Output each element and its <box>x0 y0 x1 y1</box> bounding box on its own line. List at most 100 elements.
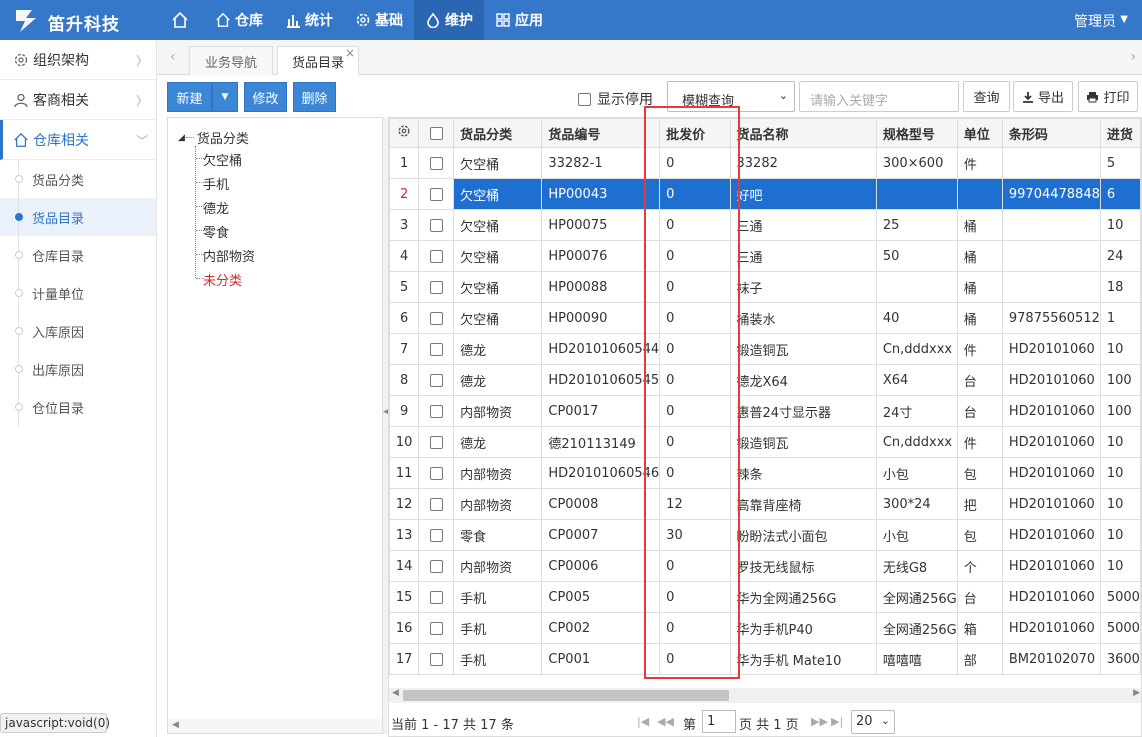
row-select-cell[interactable] <box>418 209 455 241</box>
sidebar-group-warehouse[interactable]: 仓库相关 ﹀ <box>0 120 156 160</box>
column-header[interactable]: 条形码 <box>1001 118 1101 148</box>
first-page-icon[interactable]: |◀ <box>637 715 649 728</box>
column-header[interactable]: 批发价 <box>659 118 731 148</box>
row-select-cell[interactable] <box>418 395 455 427</box>
row-checkbox[interactable] <box>429 249 443 263</box>
table-row[interactable]: 4 欠空桶 HP00076 0 三通 50 桶 24 <box>389 240 1141 272</box>
row-checkbox[interactable] <box>429 156 443 170</box>
table-row[interactable]: 9 内部物资 CP0017 0 惠普24寸显示器 24寸台 HD20101060 100 <box>389 395 1141 427</box>
export-button[interactable]: 导出 <box>1013 81 1073 112</box>
new-dropdown-button[interactable]: ▼ <box>212 82 238 112</box>
last-page-icon[interactable]: ▶| <box>831 715 843 728</box>
table-row[interactable]: 11 内部物资 HD20101060546 0 辣条 小包包 HD20101060 10 <box>389 457 1141 489</box>
tree-root[interactable]: ◢ 货品分类 <box>178 128 249 147</box>
keyword-input[interactable]: 请输入关键字 <box>799 81 959 112</box>
tree-node[interactable]: 手机 <box>203 174 229 193</box>
scrollbar-thumb[interactable] <box>403 690 729 701</box>
table-row[interactable]: 7 德龙 HD20101060544 0 锻造铜瓦 Cn,dddxxx 件 HD2010106… <box>389 333 1141 365</box>
row-checkbox[interactable] <box>429 373 443 387</box>
user-menu[interactable]: 管理员 <box>1074 11 1116 31</box>
column-header[interactable]: 货品名称 <box>729 118 877 148</box>
row-checkbox[interactable] <box>429 187 443 201</box>
row-checkbox[interactable] <box>429 497 443 511</box>
column-settings[interactable] <box>389 118 420 148</box>
query-mode-select[interactable]: 模糊查询 ⌄ <box>667 81 795 112</box>
sidebar-item-goods-category[interactable]: 货品分类 <box>0 160 156 198</box>
row-checkbox[interactable] <box>429 342 443 356</box>
column-header[interactable]: 单位 <box>956 118 1003 148</box>
table-row[interactable]: 6 欠空桶 HP00090 0 桶装水 40 桶 97875560512 1 <box>389 302 1141 334</box>
row-select-cell[interactable] <box>418 240 455 272</box>
query-button[interactable]: 查询 <box>963 81 1010 112</box>
row-select-cell[interactable] <box>418 643 455 675</box>
delete-button[interactable]: 删除 <box>293 82 336 112</box>
grid-scrollbar[interactable]: ◀ ▶ <box>389 688 1141 703</box>
table-row[interactable]: 13 零食 CP0007 30 盼盼法式小面包 小包包 HD20101060 10 <box>389 519 1141 551</box>
sidebar-item-unit[interactable]: 计量单位 <box>0 274 156 312</box>
row-select-cell[interactable] <box>418 612 455 644</box>
select-all-checkbox[interactable] <box>429 126 443 140</box>
nav-warehouse[interactable]: 仓库 <box>204 0 274 40</box>
prev-page-icon[interactable]: ◀◀ <box>657 715 674 728</box>
next-page-icon[interactable]: ▶▶ <box>811 715 828 728</box>
row-select-cell[interactable] <box>418 333 455 365</box>
row-select-cell[interactable] <box>418 519 455 551</box>
tree-node-selected[interactable]: 未分类 <box>203 270 242 289</box>
table-row[interactable]: 10 德龙 德210113149 0 锻造铜瓦 Cn,dddxxx 件 HD20101060 1… <box>389 426 1141 458</box>
show-disabled-toggle[interactable]: 显示停用 <box>578 89 653 109</box>
row-checkbox[interactable] <box>429 590 443 604</box>
sidebar-item-inbound-reason[interactable]: 入库原因 <box>0 312 156 350</box>
table-row[interactable]: 15 手机 CP005 0 华为全网通256G 全网通256G 台 HD20101060 500… <box>389 581 1141 613</box>
new-button[interactable]: 新建 <box>167 82 212 112</box>
row-checkbox[interactable] <box>429 311 443 325</box>
row-select-cell[interactable] <box>418 147 455 179</box>
column-header[interactable]: 货品编号 <box>541 118 661 148</box>
tree-scrollbar[interactable]: ◀ <box>168 719 382 733</box>
row-checkbox[interactable] <box>429 435 443 449</box>
table-row[interactable]: 16 手机 CP002 0 华为手机P40 全网通256G 箱 HD20101060 5000 <box>389 612 1141 644</box>
sidebar-item-warehouse-catalog[interactable]: 仓库目录 <box>0 236 156 274</box>
row-checkbox[interactable] <box>429 218 443 232</box>
nav-apps[interactable]: 应用 <box>484 0 554 40</box>
tree-node[interactable]: 德龙 <box>203 198 229 217</box>
sidebar-group-merchant[interactable]: 客商相关 〉 <box>0 80 156 120</box>
tab-goods-catalog[interactable]: 货品目录 × <box>277 46 359 76</box>
row-select-cell[interactable] <box>418 271 455 303</box>
row-select-cell[interactable] <box>418 426 455 458</box>
tree-node[interactable]: 内部物资 <box>203 246 255 265</box>
sidebar-item-outbound-reason[interactable]: 出库原因 <box>0 350 156 388</box>
table-row[interactable]: 14 内部物资 CP0006 0 罗技无线鼠标 无线G8 个 HD20101060 10 <box>389 550 1141 582</box>
row-checkbox[interactable] <box>429 559 443 573</box>
row-select-cell[interactable] <box>418 178 455 210</box>
chevron-left-icon[interactable]: ‹ <box>170 49 176 65</box>
nav-stats[interactable]: 统计 <box>274 0 344 40</box>
table-row[interactable]: 1 欠空桶 33282-1 0 33282 300×600 件 5 <box>389 147 1141 179</box>
table-row[interactable]: 17 手机 CP001 0 华为手机 Mate10 嘻嘻嘻部 BM20102070 3600 <box>389 643 1141 675</box>
column-header[interactable]: 进货 <box>1099 118 1141 148</box>
sidebar-item-location[interactable]: 仓位目录 <box>0 388 156 426</box>
nav-home[interactable] <box>160 0 204 40</box>
table-row[interactable]: 8 德龙 HD20101060545 0 德龙X64 X64 台 HD20101060 100 <box>389 364 1141 396</box>
print-button[interactable]: 打印 <box>1078 81 1138 112</box>
page-size-select[interactable]: 20 ⌄ <box>851 710 895 734</box>
chevron-right-icon[interactable]: › <box>1130 49 1136 65</box>
row-checkbox[interactable] <box>429 528 443 542</box>
row-checkbox[interactable] <box>429 466 443 480</box>
nav-basic[interactable]: 基础 <box>344 0 414 40</box>
row-checkbox[interactable] <box>429 621 443 635</box>
row-checkbox[interactable] <box>429 404 443 418</box>
page-input[interactable]: 1 <box>702 710 736 733</box>
tree-expand-icon[interactable]: ◢ <box>178 133 185 143</box>
table-row[interactable]: 3 欠空桶 HP00075 0 三通 25 桶 10 <box>389 209 1141 241</box>
row-select-cell[interactable] <box>418 302 455 334</box>
tree-node[interactable]: 欠空桶 <box>203 150 242 169</box>
table-row[interactable]: 2 欠空桶 HP00043 0 好吧 99704478848 6 <box>389 178 1141 210</box>
caret-right-icon[interactable]: ▶ <box>1133 688 1140 698</box>
table-row[interactable]: 5 欠空桶 HP00088 0 袜子 桶 18 <box>389 271 1141 303</box>
row-checkbox[interactable] <box>429 280 443 294</box>
select-all-header[interactable] <box>418 118 455 148</box>
row-checkbox[interactable] <box>429 652 443 666</box>
row-select-cell[interactable] <box>418 457 455 489</box>
row-select-cell[interactable] <box>418 581 455 613</box>
nav-maintenance[interactable]: 维护 <box>414 0 484 40</box>
